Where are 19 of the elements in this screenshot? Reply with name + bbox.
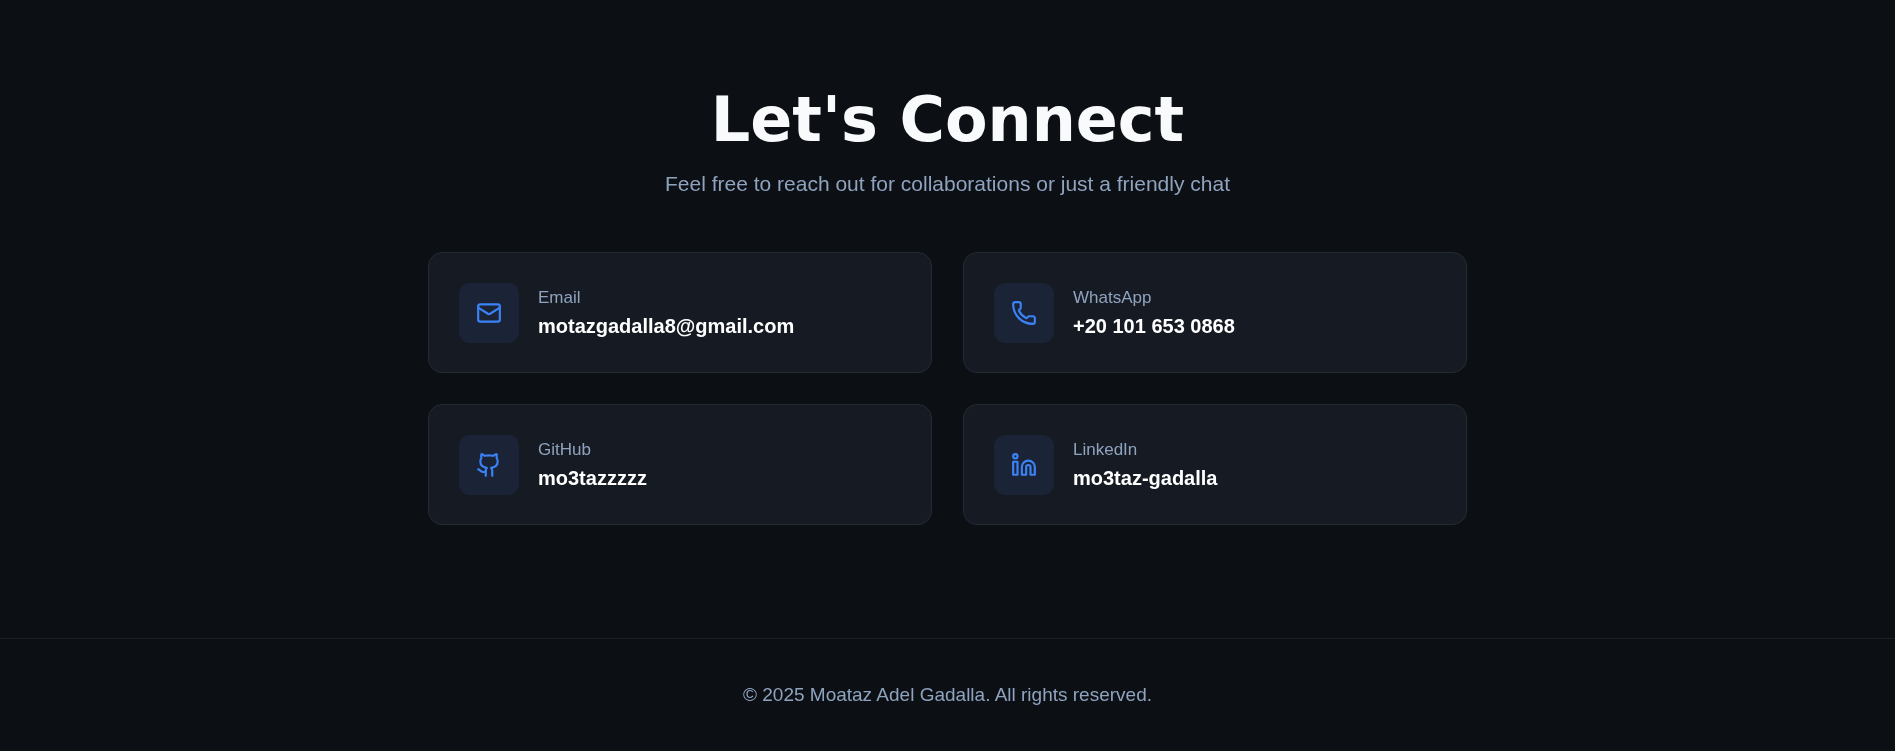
contact-value: mo3tazzzzz — [538, 466, 647, 490]
contact-card[interactable]: LinkedIn mo3taz-gadalla — [963, 404, 1467, 526]
page-title: Let's Connect — [710, 86, 1185, 155]
contact-value: motazgadalla8@gmail.com — [538, 314, 795, 338]
github-icon — [459, 434, 519, 495]
contact-value: mo3taz-gadalla — [1073, 466, 1218, 490]
mail-icon — [459, 282, 519, 343]
contact-card[interactable]: GitHub mo3tazzzzz — [428, 404, 932, 526]
contact-label: GitHub — [538, 439, 592, 460]
contact-card[interactable]: WhatsApp +20 101 653 0868 — [963, 252, 1467, 374]
linkedin-icon — [994, 434, 1054, 495]
contact-label: Email — [538, 287, 582, 308]
phone-icon — [994, 282, 1054, 343]
copyright-text: © 2025 Moataz Adel Gadalla. All rights reserved. — [743, 684, 1152, 706]
contact-label: WhatsApp — [1073, 287, 1153, 308]
contact-label: LinkedIn — [1073, 439, 1139, 460]
contact-card[interactable]: Email motazgadalla8@gmail.com — [428, 252, 932, 374]
page-subtitle: Feel free to reach out for collaborations or just a friendly chat — [665, 172, 1230, 197]
contact-value: +20 101 653 0868 — [1073, 314, 1235, 338]
